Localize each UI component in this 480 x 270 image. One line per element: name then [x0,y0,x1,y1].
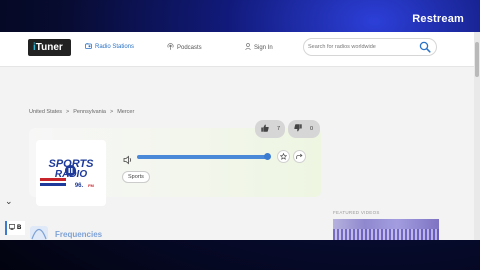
podcast-icon [167,43,174,52]
like-count: 7 [277,126,281,132]
share-button[interactable] [293,150,306,163]
breadcrumb-state[interactable]: Pennsylvania [73,109,106,115]
radio-icon [85,42,92,51]
favorite-button[interactable] [277,150,290,163]
dislike-count: 0 [310,126,314,132]
breadcrumb-separator: > [66,109,70,115]
itunes-logo[interactable]: iTuner [28,39,71,56]
genre-tag[interactable]: Sports [122,171,150,183]
search-input[interactable] [308,41,418,53]
search-box [303,38,437,56]
monitor-icon [8,224,16,232]
station-logo-freq: 96. [75,183,84,189]
volume-slider[interactable] [137,155,268,159]
logo-text: Tuner [35,42,63,53]
thumbs-down-icon [294,124,302,134]
like-button[interactable]: 7 [255,120,285,138]
breadcrumb-separator: > [109,109,114,115]
audio-waveform [333,229,439,240]
featured-videos-label: FEATURED VIDEOS [333,210,380,215]
top-navigation: iTuner Radio Stations Podcasts Sign In [0,32,474,67]
station-logo: SPORTS RADIO 96. FM [36,140,106,206]
dislike-button[interactable]: 0 [288,120,320,138]
page-scrollbar[interactable] [474,32,480,240]
section-title: Frequencies [55,230,103,239]
nav-sign-in[interactable]: Sign In [245,43,273,52]
nav-radio-stations-label: Radio Stations [95,44,135,50]
restream-watermark: Restream [412,13,464,25]
breadcrumb-country[interactable]: United States [29,109,62,115]
nav-sign-in-label: Sign In [254,44,273,51]
nav-podcasts[interactable]: Podcasts [167,43,202,52]
sidebar-item-label: B [17,225,22,231]
pause-icon [68,168,73,173]
station-logo-unit: FM [88,183,94,188]
nav-podcasts-label: Podcasts [177,44,202,51]
thumbs-up-icon [261,124,269,134]
browser-viewport: iTuner Radio Stations Podcasts Sign In S… [0,32,480,240]
breadcrumb-city[interactable]: Mercer [117,109,134,115]
sidebar-item[interactable]: B [5,221,25,235]
nav-radio-stations[interactable]: Radio Stations [85,42,135,51]
star-icon [280,153,287,160]
scrollbar-thumb[interactable] [475,42,479,77]
chevron-down-icon[interactable]: ⌄ [5,196,13,207]
featured-video-thumbnail[interactable] [333,219,439,240]
user-icon [245,43,251,52]
search-icon[interactable] [418,40,432,54]
frequency-icon [30,226,48,240]
breadcrumb: United States > Pennsylvania > Mercer [29,109,134,115]
share-icon [296,153,303,159]
volume-icon[interactable] [123,152,133,165]
volume-slider-knob[interactable] [264,153,271,160]
pause-button[interactable] [65,165,76,176]
